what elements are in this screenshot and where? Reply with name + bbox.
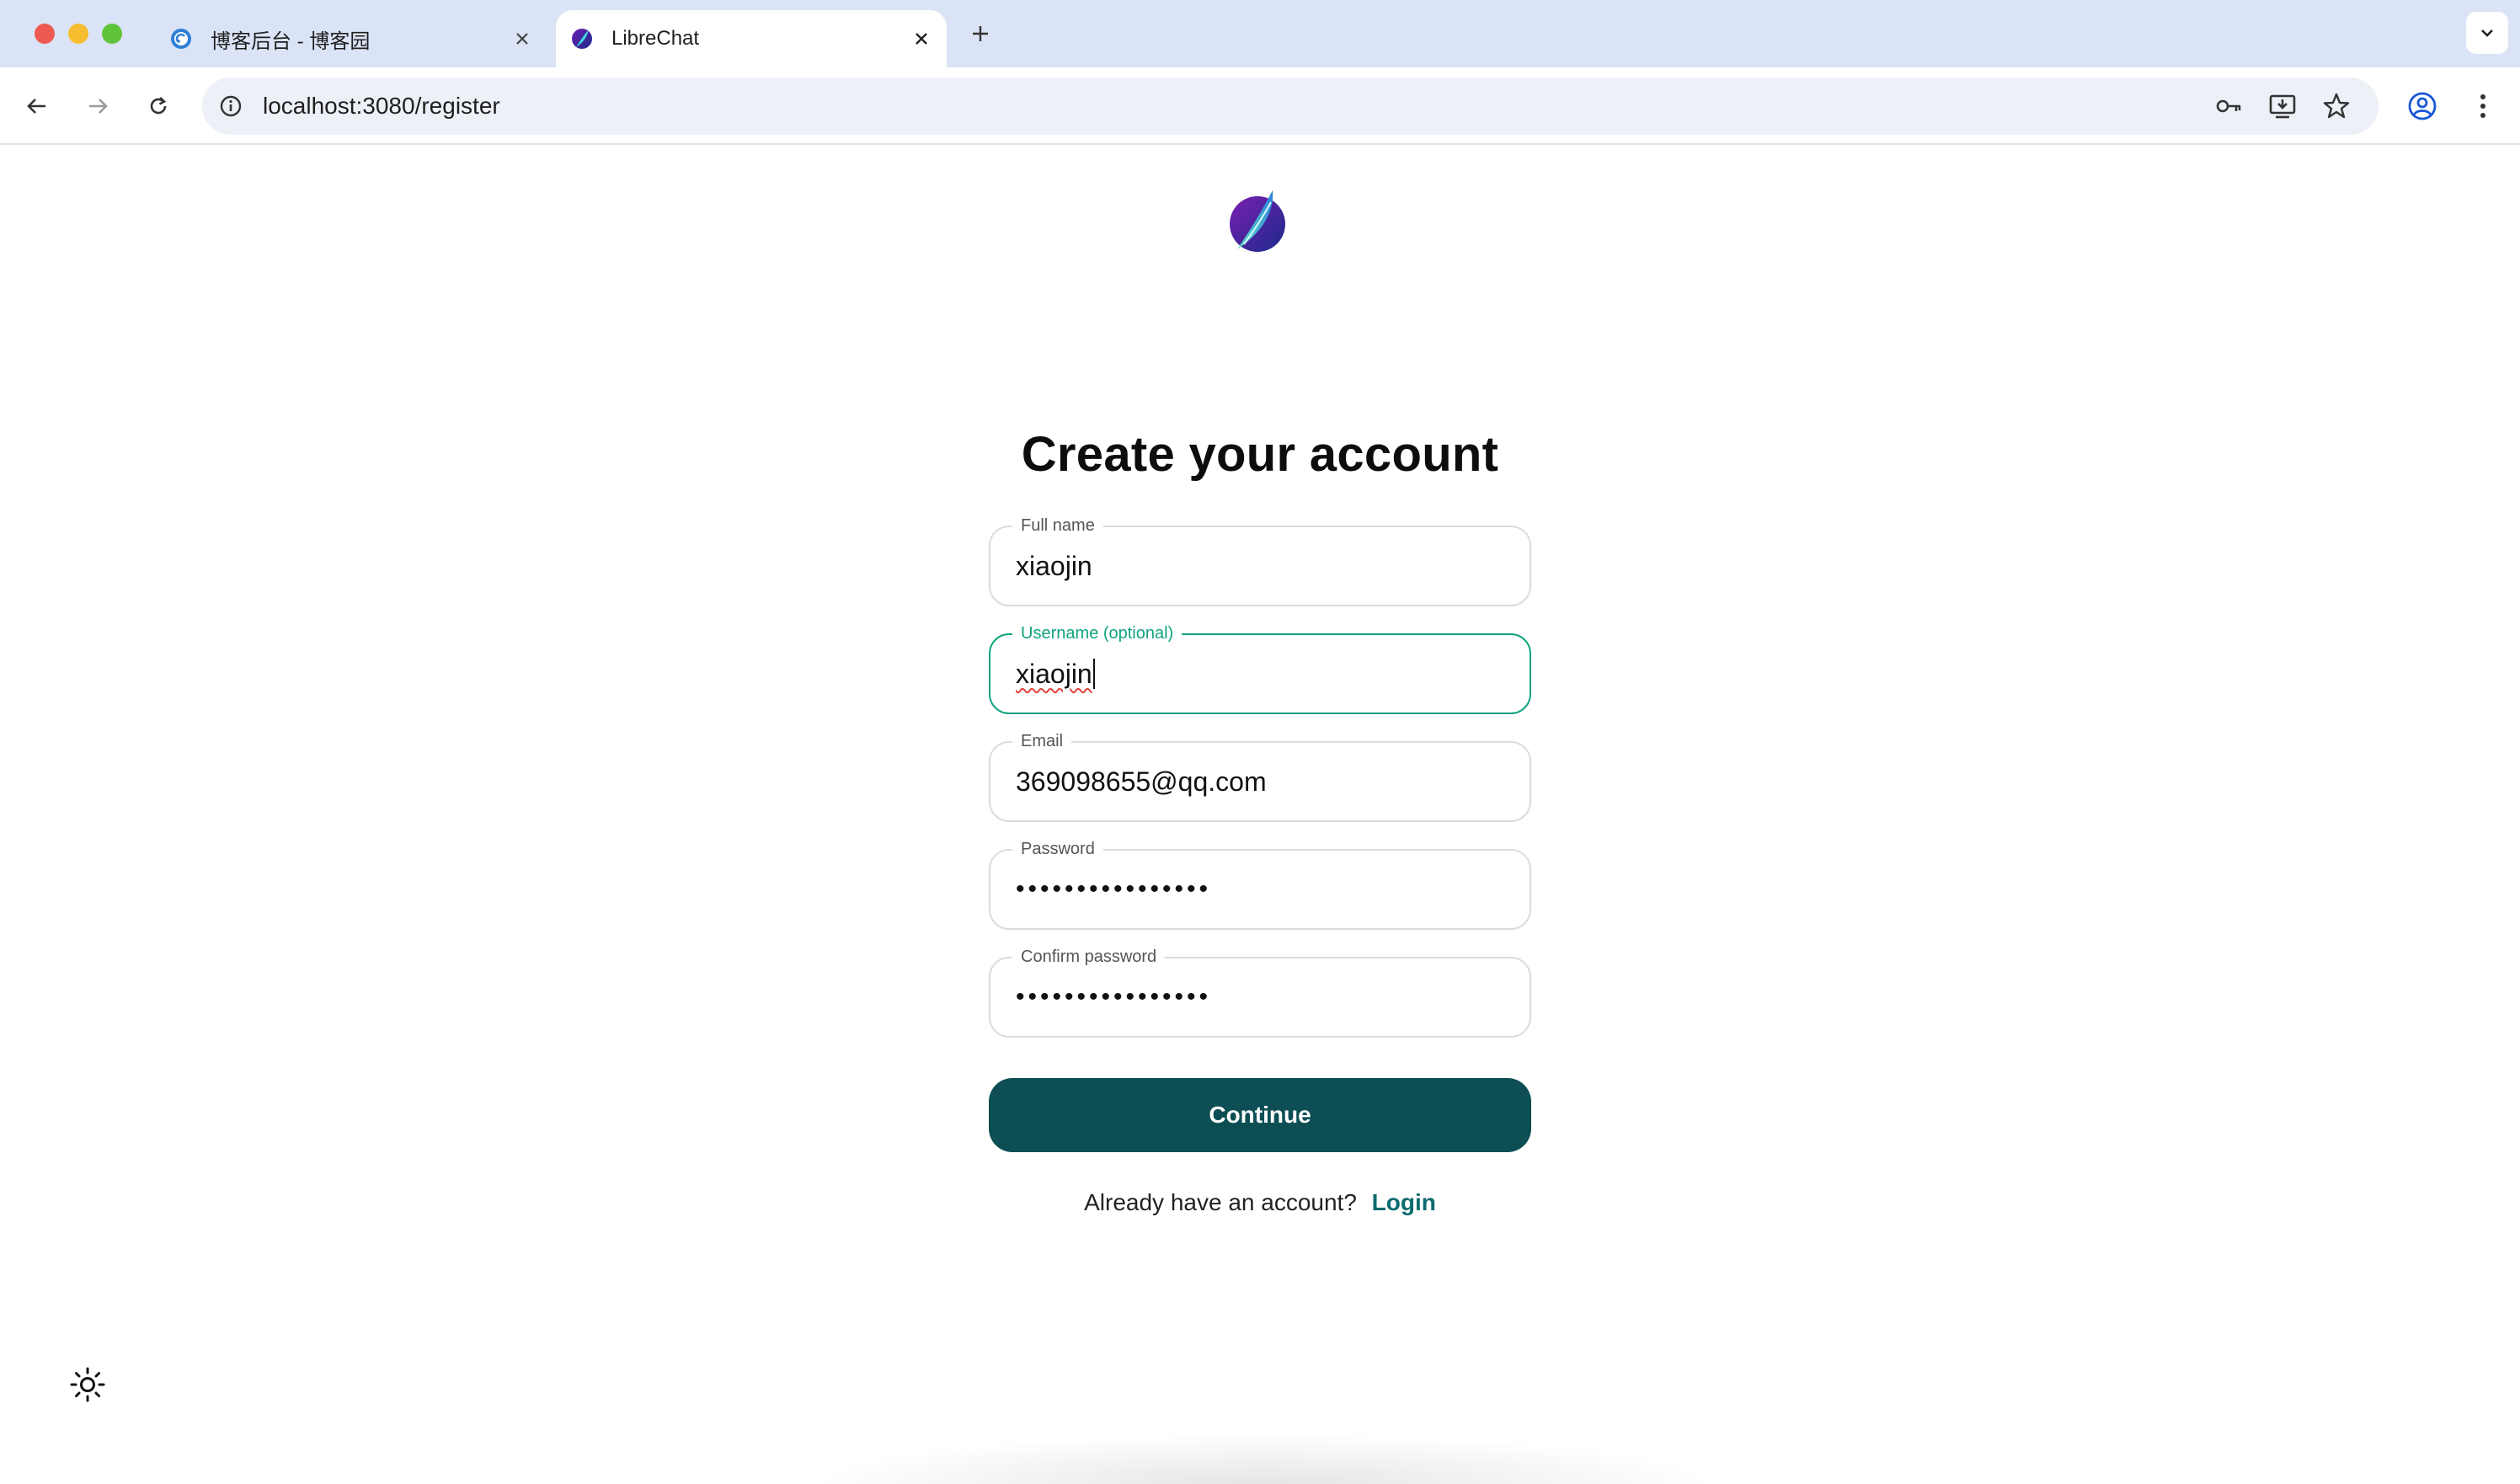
maximize-window-button[interactable]: [102, 24, 122, 44]
cnblogs-icon: [168, 26, 194, 51]
url-text[interactable]: localhost:3080/register: [263, 93, 500, 120]
password-key-icon[interactable]: [2208, 86, 2249, 126]
text-caret: [1092, 659, 1095, 689]
username-value: xiaojin: [1016, 658, 1092, 689]
librechat-icon: [569, 26, 595, 51]
address-bar[interactable]: localhost:3080/register: [202, 77, 2379, 135]
username-input[interactable]: xiaojin: [1016, 635, 1095, 713]
new-tab-button[interactable]: [965, 19, 996, 49]
install-app-icon[interactable]: [2262, 86, 2303, 126]
full-name-field[interactable]: Full name xiaojin: [989, 515, 1531, 606]
profile-button[interactable]: [2402, 86, 2443, 126]
password-field[interactable]: Password ••••••••••••••••: [989, 839, 1531, 930]
tab-search-button[interactable]: [2466, 12, 2508, 54]
arrow-right-icon: [89, 99, 108, 114]
sun-icon: [70, 1367, 105, 1402]
chevron-down-icon: [2481, 29, 2493, 37]
tab-title: LibreChat: [611, 27, 700, 50]
browser-toolbar: localhost:3080/register: [0, 67, 2520, 145]
bookmark-star-icon[interactable]: [2316, 86, 2357, 126]
site-info-icon[interactable]: [214, 89, 248, 123]
tab-cnblogs[interactable]: 博客后台 - 博客园: [160, 10, 547, 67]
close-window-button[interactable]: [35, 24, 55, 44]
reload-icon: [150, 97, 167, 115]
browser-menu-button[interactable]: [2463, 86, 2503, 126]
continue-button[interactable]: Continue: [989, 1078, 1531, 1152]
profile-icon: [2408, 92, 2437, 120]
librechat-logo: [1225, 185, 1295, 254]
more-vert-icon: [2480, 94, 2485, 118]
login-prompt-line: Already have an account? Login: [0, 1189, 2520, 1216]
password-input[interactable]: ••••••••••••••••: [1016, 851, 1211, 928]
email-input[interactable]: 369098655@qq.com: [1016, 743, 1267, 820]
close-icon[interactable]: [509, 25, 536, 52]
tab-librechat[interactable]: LibreChat: [556, 10, 947, 67]
username-field[interactable]: Username (optional) xiaojin: [989, 623, 1531, 714]
full-name-input[interactable]: xiaojin: [1016, 527, 1092, 605]
tab-strip: 博客后台 - 博客园 LibreChat: [0, 0, 2520, 67]
login-link[interactable]: Login: [1372, 1189, 1436, 1215]
login-prompt-text: Already have an account?: [1084, 1189, 1357, 1215]
forward-button[interactable]: [77, 86, 118, 126]
email-field[interactable]: Email 369098655@qq.com: [989, 731, 1531, 822]
confirm-password-field[interactable]: Confirm password ••••••••••••••••: [989, 947, 1531, 1038]
theme-toggle-button[interactable]: [66, 1363, 109, 1407]
arrow-left-icon: [27, 99, 45, 114]
close-icon[interactable]: [908, 25, 935, 52]
confirm-password-input[interactable]: ••••••••••••••••: [1016, 958, 1211, 1036]
page-title: Create your account: [1021, 427, 1499, 482]
tab-title: 博客后台 - 博客园: [211, 29, 371, 53]
register-page: Create your account Full name xiaojin Us…: [0, 145, 2520, 1484]
back-button[interactable]: [17, 86, 57, 126]
reload-button[interactable]: [138, 86, 179, 126]
bottom-shadow: [809, 1433, 1718, 1484]
minimize-window-button[interactable]: [68, 24, 88, 44]
